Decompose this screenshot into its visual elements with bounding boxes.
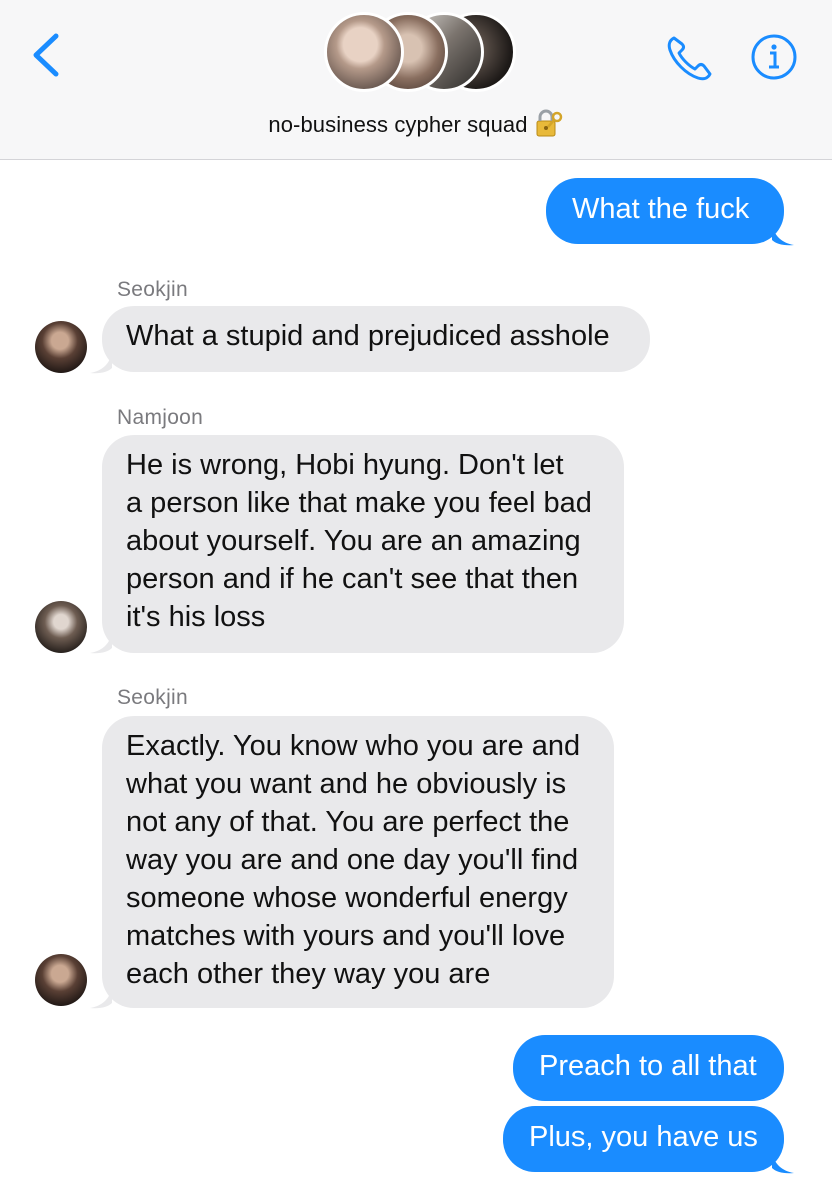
incoming-message[interactable]: Exactly. You know who you are and what y…: [102, 716, 614, 1008]
info-icon[interactable]: [750, 33, 798, 81]
lock-with-key-icon: [536, 109, 562, 137]
avatar[interactable]: [35, 954, 87, 1006]
sender-name: Seokjin: [117, 686, 188, 709]
outgoing-message[interactable]: What the fuck: [546, 178, 784, 244]
outgoing-message[interactable]: Preach to all that: [513, 1035, 784, 1101]
group-title-row[interactable]: no-business cypher squad: [0, 108, 832, 138]
phone-icon[interactable]: [664, 32, 718, 82]
incoming-message[interactable]: He is wrong, Hobi hyung. Don't let a per…: [102, 435, 624, 653]
bubble-tail: [90, 987, 112, 1009]
bubble-tail: [772, 1152, 794, 1174]
bubble-tail: [90, 352, 112, 374]
incoming-message[interactable]: What a stupid and prejudiced asshole: [102, 306, 650, 372]
group-title: no-business cypher squad: [268, 112, 528, 137]
avatar[interactable]: [35, 601, 87, 653]
chevron-left-icon[interactable]: [28, 30, 68, 80]
group-avatar-stack[interactable]: [324, 12, 516, 92]
sender-name: Seokjin: [117, 278, 188, 301]
avatar[interactable]: [35, 321, 87, 373]
bubble-tail: [772, 224, 794, 246]
member-avatar: [324, 12, 404, 92]
message-list[interactable]: What the fuck Seokjin What a stupid and …: [0, 161, 832, 1200]
outgoing-message[interactable]: Plus, you have us: [503, 1106, 784, 1172]
sender-name: Namjoon: [117, 406, 204, 429]
conversation-header: no-business cypher squad: [0, 0, 832, 160]
bubble-tail: [90, 632, 112, 654]
